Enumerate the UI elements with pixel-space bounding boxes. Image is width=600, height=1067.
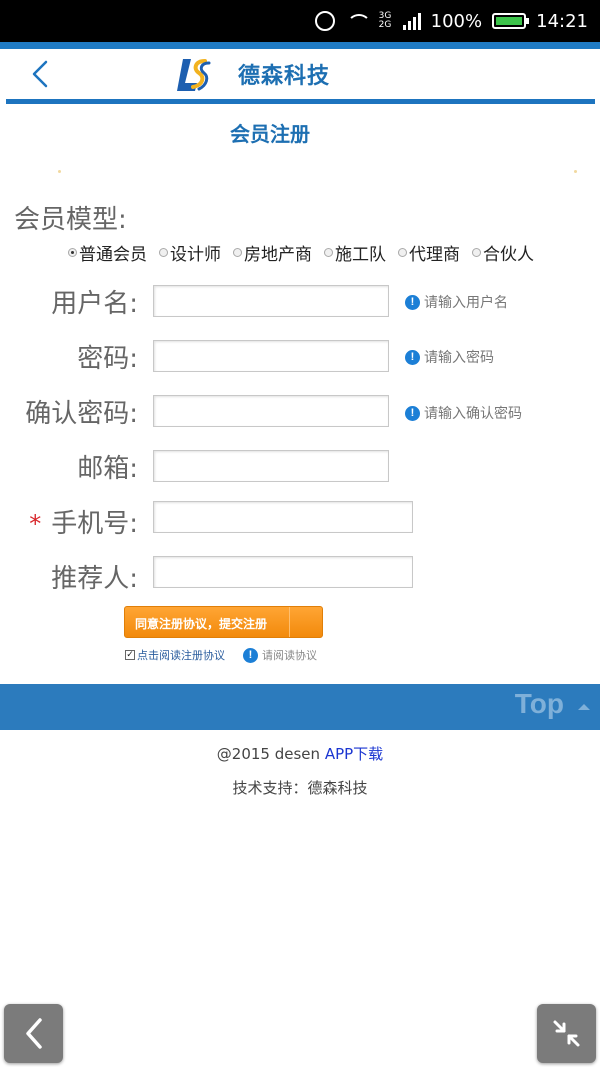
confirm-password-hint-text: 请输入确认密码 [424, 406, 522, 422]
decorative-dot [574, 170, 577, 173]
username-input[interactable] [153, 285, 389, 317]
radio-button[interactable] [398, 248, 407, 257]
radio-member-type[interactable]: 施工队 [324, 240, 386, 265]
info-icon: ! [405, 349, 420, 365]
confirm-password-hint: ! 请输入确认密码 [405, 403, 522, 423]
tech-support: 技术支持：德森科技 [232, 779, 368, 797]
phone-input[interactable] [153, 501, 413, 533]
collapse-arrows-icon [553, 1020, 580, 1047]
signal-icon [402, 12, 421, 30]
radio-button[interactable] [324, 248, 333, 257]
username-hint: ! 请输入用户名 [405, 292, 508, 312]
radio-label: 房地产商 [244, 245, 312, 265]
radio-member-type[interactable]: 普通会员 [68, 240, 147, 265]
username-label: 用户名: [51, 289, 138, 319]
clock: 14:21 [536, 10, 588, 32]
copyright-text: @2015 desen [216, 745, 321, 763]
agree-agreement[interactable]: ✓ 点击阅读注册协议 [125, 647, 225, 663]
app-download-link[interactable]: APP下载 [325, 745, 383, 763]
agree-checkbox[interactable]: ✓ [125, 650, 135, 660]
required-mark: * [29, 510, 42, 538]
submit-registration-button[interactable]: 同意注册协议，提交注册 [124, 606, 323, 638]
radio-button[interactable] [68, 248, 77, 257]
alarm-icon [314, 11, 335, 31]
agreement-hint: ! 请阅读协议 [243, 647, 317, 663]
header-divider [6, 99, 595, 104]
password-label: 密码: [77, 344, 138, 374]
radio-button[interactable] [233, 248, 242, 257]
back-chevron-icon[interactable] [26, 59, 56, 89]
password-input[interactable] [153, 340, 389, 372]
button-divider [289, 607, 290, 637]
wifi-icon [345, 12, 371, 30]
back-to-top-button[interactable]: Top [515, 688, 564, 720]
floating-collapse-button[interactable] [537, 1004, 596, 1063]
battery-icon [492, 13, 530, 29]
radio-member-type[interactable]: 房地产商 [233, 240, 312, 265]
phone-label: * 手机号: [0, 503, 138, 540]
confirm-password-input[interactable] [153, 395, 389, 427]
phone-label-text: 手机号: [51, 509, 138, 539]
radio-label: 合伙人 [483, 245, 534, 265]
status-icons: 3G 2G 100% 14:21 [314, 0, 588, 42]
username-hint-text: 请输入用户名 [424, 295, 508, 311]
radio-label: 代理商 [409, 245, 460, 265]
brand-name: 德森科技 [238, 64, 331, 89]
page-title: 会员注册 [230, 122, 310, 146]
floating-back-button[interactable] [4, 1004, 63, 1063]
decorative-dot [58, 170, 61, 173]
back-to-top-bar: Top [0, 684, 600, 730]
radio-label: 普通会员 [79, 245, 147, 265]
agreement-hint-text: 请阅读协议 [262, 649, 317, 662]
info-icon: ! [405, 294, 420, 310]
back-chevron-icon [26, 1018, 42, 1049]
confirm-password-label: 确认密码: [25, 399, 138, 429]
copyright: @2015 desen APP下载 [0, 743, 600, 764]
info-icon: ! [243, 647, 258, 663]
email-label: 邮箱: [77, 454, 138, 484]
submit-button-label: 同意注册协议，提交注册 [135, 617, 268, 631]
app-header: 德森科技 [0, 49, 600, 101]
member-model-label: 会员模型: [14, 205, 127, 235]
radio-member-type[interactable]: 代理商 [398, 240, 460, 265]
member-type-radio-group: 普通会员 设计师 房地产商 施工队 代理商 合伙人 [68, 240, 534, 265]
network-type-label: 3G 2G [378, 11, 392, 30]
up-arrow-icon[interactable] [578, 704, 590, 710]
password-hint: ! 请输入密码 [405, 347, 494, 367]
referrer-label: 推荐人: [51, 564, 138, 594]
referrer-input[interactable] [153, 556, 413, 588]
password-hint-text: 请输入密码 [424, 350, 494, 366]
radio-label: 设计师 [170, 245, 221, 265]
email-input[interactable] [153, 450, 389, 482]
info-icon: ! [405, 405, 420, 421]
radio-member-type[interactable]: 设计师 [159, 240, 221, 265]
radio-label: 施工队 [335, 245, 386, 265]
radio-button[interactable] [159, 248, 168, 257]
radio-button[interactable] [472, 248, 481, 257]
brand-logo-icon [177, 59, 211, 91]
battery-percent: 100% [430, 10, 483, 32]
agree-link[interactable]: 点击阅读注册协议 [137, 647, 225, 663]
radio-member-type[interactable]: 合伙人 [472, 240, 534, 265]
status-bar: 3G 2G 100% 14:21 [0, 0, 600, 42]
top-accent-bar [0, 42, 600, 49]
